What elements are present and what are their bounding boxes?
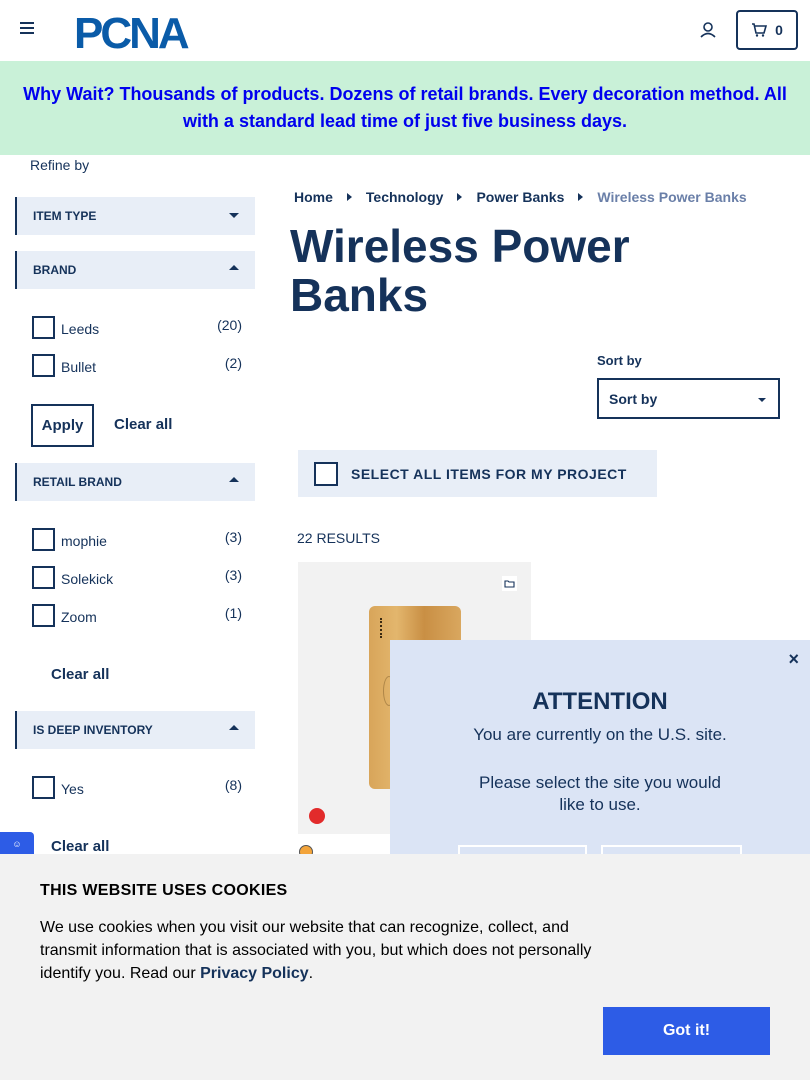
apply-button[interactable]: Apply [31, 404, 94, 447]
facet-retail-brand[interactable]: RETAIL BRAND [15, 463, 255, 501]
facet-brand-label: BRAND [33, 263, 77, 277]
refine-label: Refine by [30, 157, 90, 173]
retail-brand-option-zoom[interactable]: Zoom (1) [32, 604, 242, 628]
option-label: Bullet [61, 359, 97, 375]
facet-item-type[interactable]: ITEM TYPE [15, 197, 255, 235]
promo-banner-text[interactable]: Why Wait? Thousands of products. Dozens … [16, 81, 794, 135]
modal-message: You are currently on the U.S. site. [473, 725, 727, 744]
led-dots [380, 618, 382, 638]
cart-icon [752, 23, 768, 37]
option-label: Zoom [61, 609, 97, 625]
breadcrumb-separator-icon [457, 193, 463, 201]
page-title: Wireless Power Banks [290, 220, 630, 321]
cookie-banner: THIS WEBSITE USES COOKIES We use cookies… [0, 854, 810, 1080]
sort-label: Sort by [597, 353, 642, 368]
option-count: (8) [224, 777, 242, 793]
brand-option-leeds[interactable]: Leeds (20) [32, 316, 242, 340]
option-count: (2) [224, 355, 242, 371]
brand-option-bullet[interactable]: Bullet (2) [32, 354, 242, 378]
close-icon[interactable]: × [788, 649, 799, 670]
breadcrumb-technology[interactable]: Technology [366, 189, 444, 205]
caret-up-icon [229, 725, 239, 730]
facet-deep-inventory-label: IS DEEP INVENTORY [33, 723, 153, 737]
caret-up-icon [229, 265, 239, 270]
brand-bullet-checkbox[interactable] [32, 354, 55, 377]
option-label: Yes [61, 781, 84, 797]
caret-down-icon [229, 213, 239, 218]
sort-select-value: Sort by [609, 390, 658, 407]
cart-button[interactable]: 0 [736, 10, 798, 50]
brand-leeds-checkbox[interactable] [32, 316, 55, 339]
privacy-policy-link[interactable]: Privacy Policy [200, 965, 309, 982]
retail-brand-option-solekick[interactable]: Solekick (3) [32, 566, 242, 590]
caret-up-icon [229, 477, 239, 482]
site-select-modal: × ATTENTION You are currently on the U.S… [390, 640, 810, 857]
account-icon[interactable] [698, 20, 718, 40]
menu-icon[interactable] [20, 22, 36, 38]
promo-banner[interactable]: Why Wait? Thousands of products. Dozens … [0, 61, 810, 155]
retail-brand-solekick-checkbox[interactable] [32, 566, 55, 589]
option-label: Solekick [61, 571, 114, 587]
facet-brand[interactable]: BRAND [15, 251, 255, 289]
deep-inventory-option-yes[interactable]: Yes (8) [32, 776, 242, 800]
logo[interactable]: PCNA [74, 8, 224, 52]
facet-item-type-label: ITEM TYPE [33, 209, 97, 223]
results-count: 22 RESULTS [297, 530, 380, 546]
sort-select[interactable]: Sort by [597, 378, 780, 419]
cookie-text: We use cookies when you visit our websit… [40, 916, 600, 985]
breadcrumb: Home Technology Power Banks Wireless Pow… [294, 189, 747, 205]
facet-retail-brand-label: RETAIL BRAND [33, 475, 122, 489]
cookie-body: We use cookies when you visit our websit… [40, 919, 592, 982]
deep-inventory-clear-all-link[interactable]: Clear all [51, 838, 109, 855]
select-all-label: SELECT ALL ITEMS FOR MY PROJECT [351, 465, 627, 482]
option-count: (3) [224, 567, 242, 583]
brand-clear-all-link[interactable]: Clear all [114, 416, 172, 433]
breadcrumb-separator-icon [346, 193, 352, 201]
breadcrumb-power-banks[interactable]: Power Banks [476, 189, 564, 205]
retail-brand-option-mophie[interactable]: mophie (3) [32, 528, 242, 552]
svg-text:PCNA: PCNA [74, 9, 189, 52]
chevron-down-icon [758, 398, 766, 402]
breadcrumb-current: Wireless Power Banks [597, 189, 747, 205]
feedback-tab[interactable]: ☺ [0, 832, 34, 856]
modal-title: ATTENTION [532, 688, 668, 715]
select-all-items[interactable]: SELECT ALL ITEMS FOR MY PROJECT [298, 450, 657, 497]
folder-icon[interactable] [502, 576, 517, 591]
retail-brand-zoom-checkbox[interactable] [32, 604, 55, 627]
cart-count: 0 [775, 22, 783, 38]
select-all-checkbox[interactable] [314, 461, 338, 486]
option-label: mophie [61, 533, 107, 549]
option-count: (3) [224, 529, 242, 545]
breadcrumb-separator-icon [578, 193, 584, 201]
option-count: (20) [217, 317, 242, 333]
retail-brand-clear-all-link[interactable]: Clear all [51, 666, 109, 683]
cookie-title: THIS WEBSITE USES COOKIES [40, 882, 288, 899]
deep-inventory-yes-checkbox[interactable] [32, 776, 55, 799]
got-it-button[interactable]: Got it! [603, 1007, 770, 1055]
cookie-period: . [308, 965, 314, 982]
site-header: PCNA 0 [0, 0, 810, 61]
retail-brand-mophie-checkbox[interactable] [32, 528, 55, 551]
brand-logo-icon [309, 808, 325, 824]
feedback-icon: ☺ [12, 839, 22, 849]
option-count: (1) [224, 605, 242, 621]
breadcrumb-home[interactable]: Home [294, 189, 333, 205]
modal-instruction: Please select the site you would like to… [479, 773, 721, 814]
facet-deep-inventory[interactable]: IS DEEP INVENTORY [15, 711, 255, 749]
option-label: Leeds [61, 321, 100, 337]
